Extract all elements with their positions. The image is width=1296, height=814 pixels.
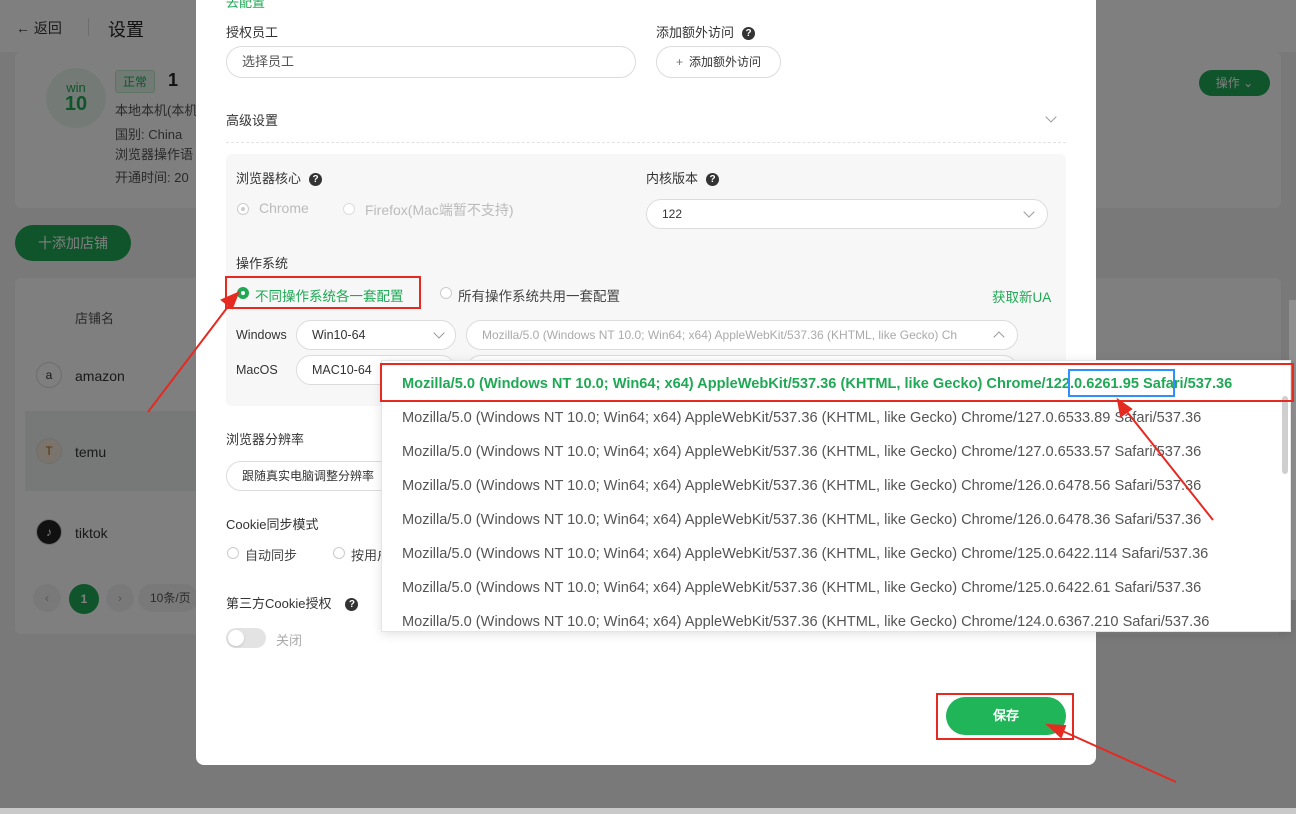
kernel-version-value: 122 [662,207,683,221]
kernel-version-text: 内核版本 [646,171,699,186]
kernel-version-label: 内核版本? [646,168,720,187]
windows-ua-input[interactable]: Mozilla/5.0 (Windows NT 10.0; Win64; x64… [466,320,1018,350]
cookie-manual-radio[interactable] [333,547,345,559]
top-hint-link[interactable]: 去配置 [226,0,265,11]
windows-os-value: Win10-64 [312,328,366,342]
extra-access-text: 添加额外访问 [656,25,735,40]
third-cookie-text: 第三方Cookie授权 [226,596,332,611]
browser-core-text: 浏览器核心 [236,171,302,186]
add-extra-access-text: 添加额外访问 [689,55,762,69]
ua-option[interactable]: Mozilla/5.0 (Windows NT 10.0; Win64; x64… [402,614,1209,630]
help-icon[interactable]: ? [345,598,359,611]
core-firefox-radio[interactable] [343,203,355,215]
annotation-box-save [936,693,1074,740]
resolution-label: 浏览器分辨率 [226,432,305,447]
resolution-select[interactable]: 跟随真实电脑调整分辨率 [226,461,394,491]
plus-icon: + [675,55,683,69]
toggle-label: 关闭 [276,633,303,648]
bottom-strip [0,808,1296,814]
os-shared-radio[interactable] [440,287,452,299]
extra-access-label: 添加额外访问? [656,22,756,41]
ua-option[interactable]: Mozilla/5.0 (Windows NT 10.0; Win64; x64… [402,580,1201,596]
macos-label: MacOS [236,363,278,377]
windows-label: Windows [236,328,287,342]
add-extra-access-button[interactable]: + 添加额外访问 [656,46,781,78]
help-icon[interactable]: ? [706,173,720,186]
advanced-settings-label: 高级设置 [226,113,279,128]
auth-staff-select[interactable]: 选择员工 [226,46,636,78]
cookie-auto-radio[interactable] [227,547,239,559]
annotation-box-os [225,276,421,309]
auth-staff-label: 授权员工 [226,25,279,40]
windows-ua-value: Mozilla/5.0 (Windows NT 10.0; Win64; x64… [482,328,958,342]
ua-option[interactable]: Mozilla/5.0 (Windows NT 10.0; Win64; x64… [402,546,1208,562]
core-firefox-label: Firefox(Mac端暂不支持) [365,202,514,218]
ua-option[interactable]: Mozilla/5.0 (Windows NT 10.0; Win64; x64… [402,410,1201,426]
kernel-version-select[interactable]: 122 [646,199,1048,229]
third-cookie-toggle[interactable] [226,628,266,648]
cookie-sync-label: Cookie同步模式 [226,517,319,532]
ua-option[interactable]: Mozilla/5.0 (Windows NT 10.0; Win64; x64… [402,512,1201,528]
resolution-value: 跟随真实电脑调整分辨率 [242,469,375,483]
help-icon[interactable]: ? [309,173,323,186]
core-chrome-label: Chrome [259,200,309,216]
get-new-ua-link[interactable]: 获取新UA [992,286,1051,306]
cookie-auto-label: 自动同步 [245,548,298,563]
core-chrome-radio[interactable] [237,203,249,215]
ua-option[interactable]: Mozilla/5.0 (Windows NT 10.0; Win64; x64… [402,444,1201,460]
os-label: 操作系统 [236,256,289,271]
ua-option[interactable]: Mozilla/5.0 (Windows NT 10.0; Win64; x64… [402,478,1201,494]
advanced-divider [226,142,1066,143]
windows-os-select[interactable]: Win10-64 [296,320,456,350]
browser-core-label: 浏览器核心? [236,168,323,187]
third-cookie-label: 第三方Cookie授权? [226,593,359,612]
annotation-box-version [1068,369,1175,397]
os-shared-label: 所有操作系统共用一套配置 [458,289,620,304]
dropdown-scrollbar[interactable] [1282,396,1288,474]
macos-os-value: MAC10-64 [312,363,372,377]
help-icon[interactable]: ? [742,27,756,40]
chevron-down-icon[interactable] [1045,111,1057,123]
